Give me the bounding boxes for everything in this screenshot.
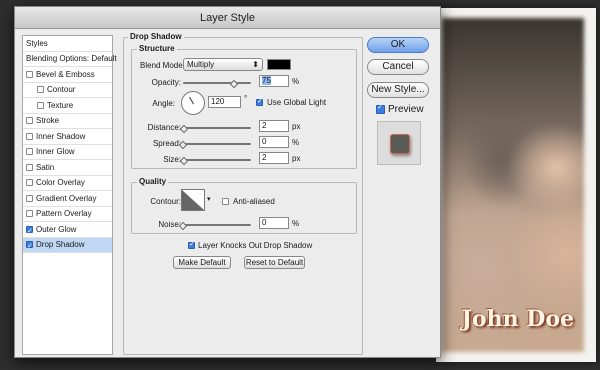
opacity-value: 75 xyxy=(262,76,271,85)
cancel-button[interactable]: Cancel xyxy=(367,59,429,75)
sidebar-item-label: Bevel & Emboss xyxy=(36,69,95,79)
sidebar-checkbox[interactable] xyxy=(37,86,44,94)
sidebar-item-drop-shadow[interactable]: Drop Shadow xyxy=(23,237,112,254)
sidebar-item-bevel-emboss[interactable]: Bevel & Emboss xyxy=(23,67,112,83)
noise-slider-track[interactable] xyxy=(183,224,251,226)
preview-swatch xyxy=(390,134,410,154)
opacity-field[interactable]: 75 xyxy=(259,75,289,87)
spread-unit: % xyxy=(292,138,300,147)
reset-default-button[interactable]: Reset to Default xyxy=(244,256,305,269)
sidebar-item-label: Gradient Overlay xyxy=(36,193,97,203)
sidebar-checkbox[interactable] xyxy=(26,70,33,78)
blend-mode-select[interactable]: Multiply xyxy=(183,58,263,71)
sidebar-item-gradient-overlay[interactable]: Gradient Overlay xyxy=(23,191,112,207)
dialog-title: Layer Style xyxy=(15,7,440,29)
sidebar-checkbox[interactable] xyxy=(37,101,44,109)
size-slider-track[interactable] xyxy=(183,159,251,161)
preview-checkbox[interactable] xyxy=(376,103,385,114)
sidebar-item-pattern-overlay[interactable]: Pattern Overlay xyxy=(23,207,112,222)
sidebar-checkbox[interactable] xyxy=(26,117,33,125)
sidebar-item-contour[interactable]: Contour xyxy=(23,83,112,98)
sidebar-item-styles[interactable]: Styles xyxy=(23,36,112,52)
styles-list: Styles Blending Options: Default Bevel & E… xyxy=(22,35,117,355)
shadow-color-swatch[interactable] xyxy=(267,59,291,70)
sidebar-checkbox[interactable] xyxy=(26,148,33,156)
sidebar-checkbox[interactable] xyxy=(26,239,33,254)
contour-label: Contour: xyxy=(150,197,181,206)
sidebar-item-label: Inner Glow xyxy=(36,147,75,157)
photo-card: John Doe xyxy=(436,8,596,362)
distance-label: Distance: xyxy=(147,123,181,132)
structure-title: Structure xyxy=(137,44,177,53)
anti-aliased-checkbox[interactable] xyxy=(222,198,229,205)
distance-slider-track[interactable] xyxy=(183,127,251,129)
knocks-out-checkbox[interactable] xyxy=(188,240,195,249)
make-default-button[interactable]: Make Default xyxy=(173,256,231,269)
sidebar-item-label: Contour xyxy=(47,85,76,95)
preview-thumbnail xyxy=(377,121,421,165)
sidebar-item-label: Texture xyxy=(47,100,74,110)
sidebar-checkbox[interactable] xyxy=(26,210,33,218)
photo-name-text: John Doe xyxy=(461,306,574,332)
layer-style-dialog: Layer Style Styles Blending Options: Defa… xyxy=(14,6,441,358)
sidebar-item-blending-options-default[interactable]: Blending Options: Default xyxy=(23,52,117,67)
contour-picker[interactable] xyxy=(181,189,205,211)
sidebar-item-color-overlay[interactable]: Color Overlay xyxy=(23,176,112,191)
sidebar-item-label: Outer Glow xyxy=(36,224,77,234)
sidebar-item-satin[interactable]: Satin xyxy=(23,160,112,176)
use-global-light-checkbox[interactable] xyxy=(256,97,263,106)
sidebar-item-texture[interactable]: Texture xyxy=(23,98,112,114)
sidebar-item-label: Color Overlay xyxy=(36,178,85,188)
sidebar-item-label: Stroke xyxy=(36,116,60,126)
sidebar-item-label: Blending Options: Default xyxy=(26,54,117,64)
sidebar-item-stroke[interactable]: Stroke xyxy=(23,114,112,129)
ok-button[interactable]: OK xyxy=(367,37,429,53)
sidebar-item-inner-glow[interactable]: Inner Glow xyxy=(23,145,112,160)
noise-label: Noise: xyxy=(158,220,181,229)
degree-symbol: ° xyxy=(244,94,248,103)
quality-title: Quality xyxy=(137,177,169,186)
sidebar-item-outer-glow[interactable]: Outer Glow xyxy=(23,222,112,239)
new-style-button[interactable]: New Style... xyxy=(367,82,429,98)
preview-label: Preview xyxy=(388,104,424,115)
opacity-label: Opacity: xyxy=(151,78,181,87)
knocks-out-label: Layer Knocks Out Drop Shadow xyxy=(198,241,313,250)
sidebar-item-label: Satin xyxy=(36,162,55,172)
opacity-slider-track[interactable] xyxy=(183,82,251,84)
anti-aliased-label: Anti-aliased xyxy=(233,197,275,206)
sidebar-checkbox[interactable] xyxy=(26,132,33,140)
drop-shadow-title: Drop Shadow xyxy=(128,32,184,41)
sidebar-item-label: Drop Shadow xyxy=(36,240,85,250)
sidebar-checkbox[interactable] xyxy=(26,179,33,187)
spread-slider-track[interactable] xyxy=(183,143,251,145)
distance-unit: px xyxy=(292,122,301,131)
sidebar-checkbox[interactable] xyxy=(26,194,33,202)
contour-dropdown-icon[interactable]: ▾ xyxy=(207,195,211,203)
spread-field[interactable]: 0 xyxy=(259,136,289,148)
sidebar-item-inner-shadow[interactable]: Inner Shadow xyxy=(23,129,112,145)
sidebar-item-label: Styles xyxy=(26,38,48,48)
size-label: Size: xyxy=(163,155,181,164)
spread-label: Spread: xyxy=(152,139,181,148)
noise-unit: % xyxy=(292,219,300,228)
opacity-unit: % xyxy=(292,77,300,86)
angle-label: Angle: xyxy=(152,99,175,108)
size-field[interactable]: 2 xyxy=(259,152,289,164)
distance-field[interactable]: 2 xyxy=(259,120,289,132)
sidebar-item-label: Inner Shadow xyxy=(36,131,86,141)
size-unit: px xyxy=(292,154,301,163)
blend-mode-label: Blend Mode: xyxy=(140,61,185,70)
noise-field[interactable]: 0 xyxy=(259,217,289,229)
sidebar-checkbox[interactable] xyxy=(26,224,33,239)
blurred-photo xyxy=(442,18,584,352)
use-global-light-label: Use Global Light xyxy=(267,98,327,107)
angle-dial[interactable] xyxy=(181,91,205,115)
angle-field[interactable]: 120 xyxy=(208,96,241,108)
sidebar-checkbox[interactable] xyxy=(26,163,33,171)
sidebar-item-label: Pattern Overlay xyxy=(36,209,92,219)
